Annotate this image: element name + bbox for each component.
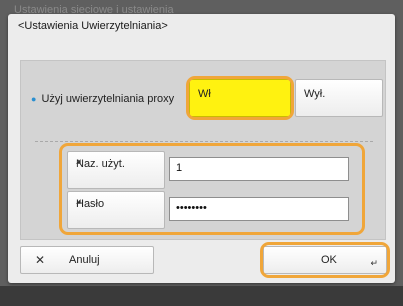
proxy-auth-label: Użyj uwierzytelniania proxy <box>41 93 175 105</box>
divider <box>35 141 373 142</box>
bottom-status-strip <box>0 286 403 306</box>
cancel-label: Anuluj <box>69 254 100 266</box>
ok-button[interactable]: OK ↵ <box>263 246 387 274</box>
settings-panel: ● Użyj uwierzytelniania proxy Wł Wył. Naz… <box>20 60 386 240</box>
proxy-auth-on-button[interactable]: Wł <box>189 79 291 117</box>
ok-label: OK <box>321 254 337 266</box>
proxy-auth-row-label: ● Użyj uwierzytelniania proxy <box>31 93 174 105</box>
bullet-icon: ● <box>31 94 37 104</box>
triangle-indicator-icon: ◢ <box>76 159 81 165</box>
enter-return-icon: ↵ <box>370 258 378 268</box>
password-button[interactable]: Hasło ◢ <box>67 191 165 229</box>
proxy-auth-on-label: Wł <box>198 88 211 100</box>
triangle-indicator-icon: ◢ <box>76 199 81 205</box>
authentication-settings-dialog: <Ustawienia Uwierzytelniania> ● Użyj uwie… <box>8 14 395 283</box>
proxy-auth-off-label: Wył. <box>304 88 326 100</box>
proxy-auth-off-button[interactable]: Wył. <box>295 79 383 117</box>
dialog-title: <Ustawienia Uwierzytelniania> <box>18 20 168 32</box>
username-field[interactable]: 1 <box>169 157 349 181</box>
cancel-button[interactable]: ✕ Anuluj <box>20 246 154 274</box>
password-field[interactable]: •••••••• <box>169 197 349 221</box>
username-button[interactable]: Naz. użyt. ◢ <box>67 151 165 189</box>
close-x-icon: ✕ <box>35 253 46 267</box>
